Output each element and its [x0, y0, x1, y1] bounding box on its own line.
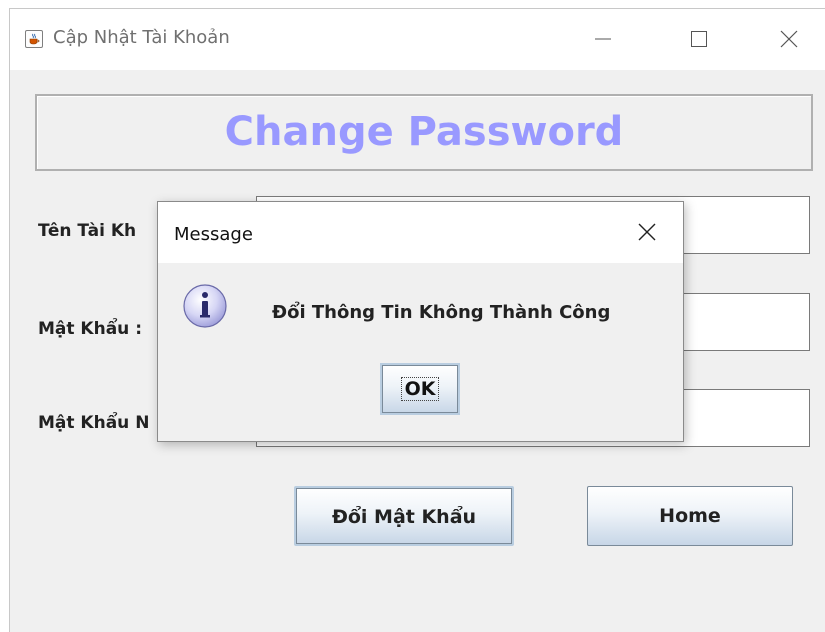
password-label: Mật Khẩu :: [38, 319, 143, 339]
close-icon: [638, 223, 656, 241]
dialog-title-bar[interactable]: Message: [158, 202, 683, 263]
new-password-label: Mật Khẩu N: [38, 413, 150, 433]
info-icon: [180, 281, 230, 331]
home-button[interactable]: Home: [587, 486, 793, 546]
username-label: Tên Tài Kh: [38, 221, 137, 241]
message-dialog: Message Đổi Thông Tin Không Thành Công O…: [157, 201, 684, 442]
maximize-icon: [691, 31, 707, 47]
close-icon: [780, 30, 798, 48]
header-panel: Change Password: [35, 94, 813, 171]
ok-button[interactable]: OK: [380, 363, 460, 415]
page-title: Change Password: [224, 109, 624, 155]
minimize-icon: [595, 38, 611, 40]
close-window-button[interactable]: [766, 19, 812, 59]
ok-button-label: OK: [400, 377, 440, 401]
dialog-message: Đổi Thông Tin Không Thành Công: [272, 302, 611, 323]
title-bar[interactable]: Cập Nhật Tài Khoản: [10, 9, 825, 70]
dialog-close-button[interactable]: [635, 220, 659, 244]
change-password-button[interactable]: Đổi Mật Khẩu: [294, 486, 514, 546]
dialog-title: Message: [174, 224, 253, 245]
window-title: Cập Nhật Tài Khoản: [53, 27, 230, 48]
maximize-button[interactable]: [676, 19, 722, 59]
minimize-button[interactable]: [580, 19, 626, 59]
java-cup-icon: [25, 30, 43, 48]
